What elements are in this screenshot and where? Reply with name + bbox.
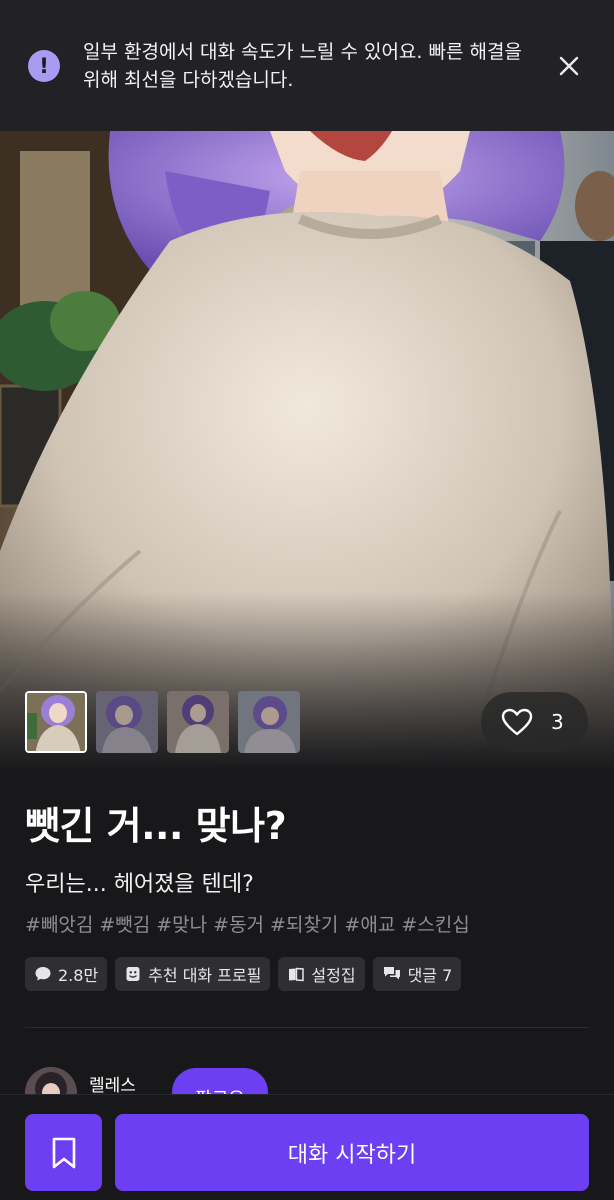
bottom-action-bar: 대화 시작하기 <box>0 1094 614 1200</box>
close-icon <box>559 56 579 76</box>
chat-count: 2.8만 <box>58 966 99 985</box>
tag[interactable]: #스킨십 <box>401 910 469 937</box>
tag[interactable]: #되찾기 <box>270 910 338 937</box>
comments-label: 댓글 7 <box>407 966 453 985</box>
thumbnail-1[interactable] <box>25 691 87 753</box>
thumbnail-strip <box>25 691 300 753</box>
recommended-profile-chip[interactable]: 추천 대화 프로필 <box>115 957 271 991</box>
author-name[interactable]: 렐레스 <box>89 1071 136 1096</box>
chat-count-chip: 2.8만 <box>25 957 108 991</box>
bookmark-button[interactable] <box>25 1114 102 1191</box>
tag[interactable]: #빼앗김 <box>25 910 93 937</box>
thumbnail-4[interactable] <box>238 691 300 753</box>
notice-banner: ! 일부 환경에서 대화 속도가 느릴 수 있어요. 빠른 해결을 위해 최선을… <box>0 0 614 131</box>
comments-chip[interactable]: 댓글 7 <box>372 957 462 991</box>
thumbnail-3[interactable] <box>167 691 229 753</box>
speech-bubble-icon <box>35 967 51 981</box>
like-button[interactable]: 3 <box>481 692 588 752</box>
profile-card-icon <box>126 967 140 981</box>
character-image: 3 <box>0 131 614 771</box>
notice-text: 일부 환경에서 대화 속도가 느릴 수 있어요. 빠른 해결을 위해 최선을 다… <box>83 41 522 91</box>
heart-icon <box>501 708 533 736</box>
character-title: 뺏긴 거... 맞나? <box>25 804 287 848</box>
comments-icon <box>383 967 400 980</box>
tag[interactable]: #애교 <box>344 910 395 937</box>
tag-list: #빼앗김 #뺏김 #맞나 #동거 #되찾기 #애교 #스킨십 <box>25 910 470 937</box>
recommended-profile-label: 추천 대화 프로필 <box>148 966 262 985</box>
thumbnail-2[interactable] <box>96 691 158 753</box>
settings-book-label: 설정집 <box>311 966 356 985</box>
start-chat-button[interactable]: 대화 시작하기 <box>115 1114 589 1191</box>
character-subtitle: 우리는... 헤어졌을 텐데? <box>25 872 254 897</box>
exclamation-icon: ! <box>28 50 60 82</box>
like-count: 3 <box>551 710 564 734</box>
settings-book-chip[interactable]: 설정집 <box>278 957 365 991</box>
stats-row: 2.8만 추천 대화 프로필 설정집 댓글 7 <box>25 957 462 991</box>
divider <box>25 1027 589 1028</box>
tag[interactable]: #맞나 <box>156 910 207 937</box>
book-icon <box>289 967 305 982</box>
close-button[interactable] <box>553 50 585 82</box>
bookmark-icon <box>52 1137 75 1168</box>
tag[interactable]: #뺏김 <box>99 910 150 937</box>
tag[interactable]: #동거 <box>213 910 264 937</box>
